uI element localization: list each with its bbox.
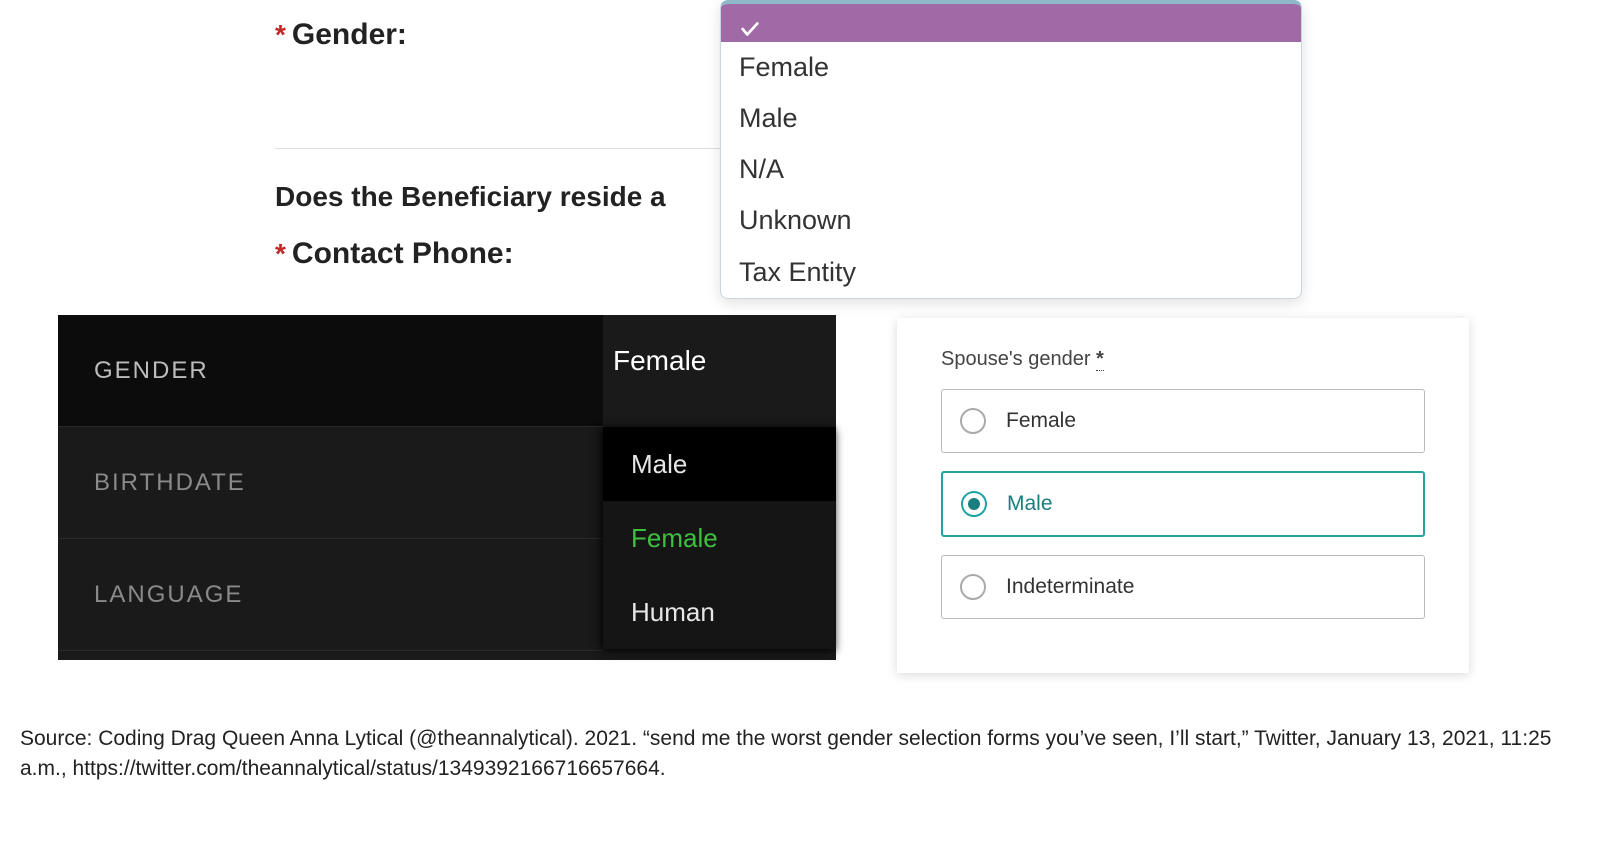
radio-label: Female <box>1006 409 1076 433</box>
radio-label: Male <box>1007 492 1053 516</box>
dropdown-option-unknown[interactable]: Unknown <box>721 195 1301 246</box>
radio-option-indeterminate[interactable]: Indeterminate <box>941 555 1425 619</box>
dropdown-option-blank[interactable] <box>721 4 1301 42</box>
sidebar-item-language[interactable]: LANGUAGE <box>58 539 603 651</box>
gender-flyout-menu: Male Female Human <box>603 427 836 649</box>
radio-label: Indeterminate <box>1006 575 1134 599</box>
radio-option-female[interactable]: Female <box>941 389 1425 453</box>
source-caption: Source: Coding Drag Queen Anna Lytical (… <box>20 724 1580 785</box>
divider <box>275 148 725 149</box>
panel-dark-form: GENDER BIRTHDATE LANGUAGE Female Male Fe… <box>58 315 836 660</box>
radio-icon <box>960 408 986 434</box>
flyout-option-female[interactable]: Female <box>603 501 836 575</box>
radio-icon <box>960 574 986 600</box>
gender-dropdown[interactable]: Female Male N/A Unknown Tax Entity <box>720 0 1302 299</box>
required-asterisk: * <box>275 19 286 51</box>
spouse-gender-text: Spouse's gender <box>941 348 1096 370</box>
dropdown-option-female[interactable]: Female <box>721 42 1301 93</box>
panel-radio-card: Spouse's gender * Female Male Indetermin… <box>897 318 1469 673</box>
gender-current-value: Female <box>613 345 706 377</box>
dark-sidebar: GENDER BIRTHDATE LANGUAGE <box>58 315 603 660</box>
gender-label: Gender: <box>292 18 407 52</box>
required-asterisk: * <box>1096 348 1104 371</box>
contact-phone-label: Contact Phone: <box>292 237 514 271</box>
radio-icon <box>961 491 987 517</box>
flyout-option-human[interactable]: Human <box>603 575 836 649</box>
radio-option-male[interactable]: Male <box>941 471 1425 537</box>
check-icon <box>739 12 761 34</box>
sidebar-item-birthdate[interactable]: BIRTHDATE <box>58 427 603 539</box>
dropdown-option-na[interactable]: N/A <box>721 144 1301 195</box>
sidebar-item-gender[interactable]: GENDER <box>58 315 603 427</box>
required-asterisk: * <box>275 238 286 270</box>
dropdown-option-tax-entity[interactable]: Tax Entity <box>721 247 1301 298</box>
dropdown-option-male[interactable]: Male <box>721 93 1301 144</box>
spouse-gender-label: Spouse's gender * <box>941 348 1425 371</box>
flyout-option-male[interactable]: Male <box>603 427 836 501</box>
